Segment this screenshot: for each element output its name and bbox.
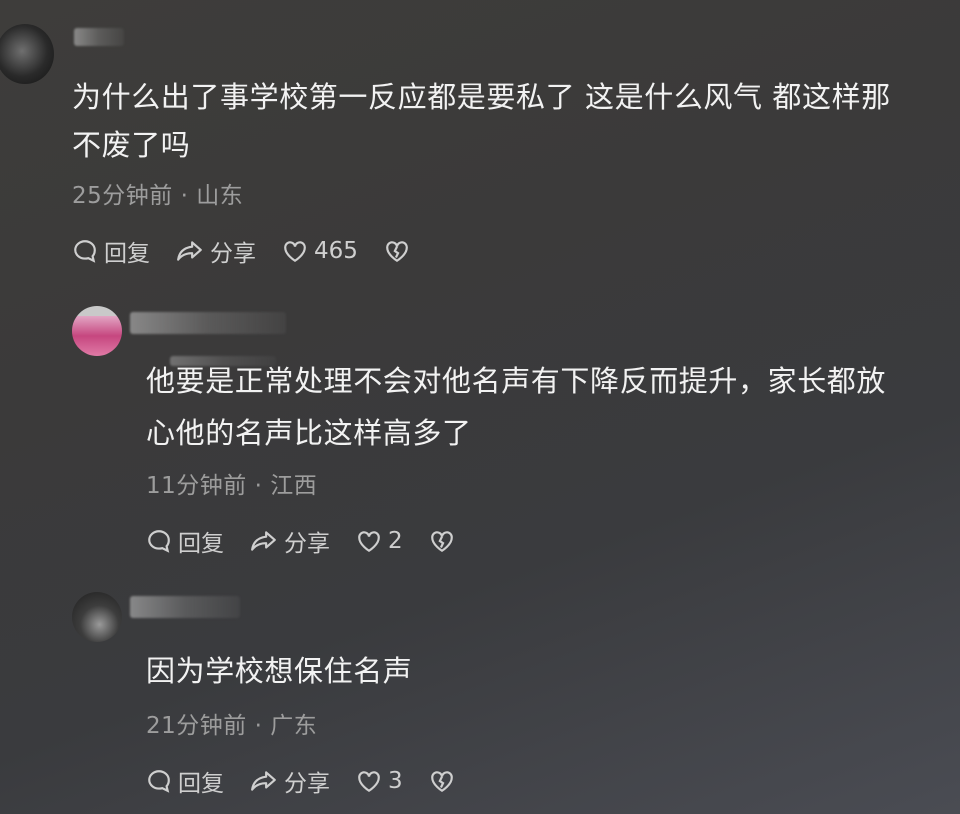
username-blurred[interactable] (130, 596, 240, 618)
share-arrow-icon (251, 531, 276, 551)
username-blurred[interactable] (74, 28, 124, 46)
reply-label: 回复 (104, 241, 150, 267)
broken-heart-icon (430, 531, 453, 553)
share-button[interactable]: 分享 (176, 234, 256, 268)
heart-icon (358, 771, 380, 793)
reply-label: 回复 (178, 531, 224, 557)
like-count: 465 (314, 238, 358, 264)
share-button[interactable]: 分享 (250, 524, 330, 558)
share-arrow-icon (177, 241, 202, 261)
comment-text-line: 为什么出了事学校第一反应都是要私了 这是什么风气 都这样那 (72, 80, 891, 114)
share-label: 分享 (284, 531, 330, 557)
reply-button[interactable]: 回复 (72, 234, 150, 268)
comment-text-line: 不废了吗 (72, 128, 191, 162)
comment-actions: 回复 分享 3 (146, 764, 487, 798)
comment-actions: 回复 分享 465 (72, 234, 442, 268)
like-button[interactable]: 465 (282, 238, 358, 264)
broken-heart-icon (430, 771, 453, 793)
like-button[interactable]: 3 (356, 768, 403, 794)
comment-text-line: 他要是正常处理不会对他名声有下降反而提升，家长都放 (146, 364, 887, 398)
like-count: 2 (388, 528, 403, 554)
reply-bubble-icon (74, 240, 96, 263)
share-arrow-icon (251, 771, 276, 791)
reply-label: 回复 (178, 771, 224, 797)
avatar[interactable] (72, 306, 122, 356)
reply-button[interactable]: 回复 (146, 524, 224, 558)
dislike-button[interactable] (429, 769, 461, 793)
share-label: 分享 (210, 241, 256, 267)
like-button[interactable]: 2 (356, 528, 403, 554)
comment-meta: 25分钟前 · 山东 (72, 183, 244, 209)
broken-heart-icon (386, 241, 408, 263)
comment-meta: 21分钟前 · 广东 (146, 713, 318, 739)
comment-actions: 回复 分享 2 (146, 524, 487, 558)
avatar[interactable] (0, 24, 54, 84)
share-label: 分享 (284, 771, 330, 797)
reply-button[interactable]: 回复 (146, 764, 224, 798)
avatar[interactable] (72, 592, 122, 642)
heart-icon (358, 531, 380, 553)
comment-meta: 11分钟前 · 江西 (146, 473, 318, 499)
comment-text-line: 心他的名声比这样高多了 (146, 416, 472, 450)
like-count: 3 (388, 768, 403, 794)
heart-icon (284, 241, 306, 263)
dislike-button[interactable] (429, 529, 461, 553)
reply-bubble-icon (148, 770, 170, 793)
share-button[interactable]: 分享 (250, 764, 330, 798)
reply-bubble-icon (148, 530, 170, 553)
dislike-button[interactable] (384, 239, 416, 263)
comment-text-line: 因为学校想保住名声 (146, 654, 413, 688)
username-blurred[interactable] (130, 312, 286, 334)
